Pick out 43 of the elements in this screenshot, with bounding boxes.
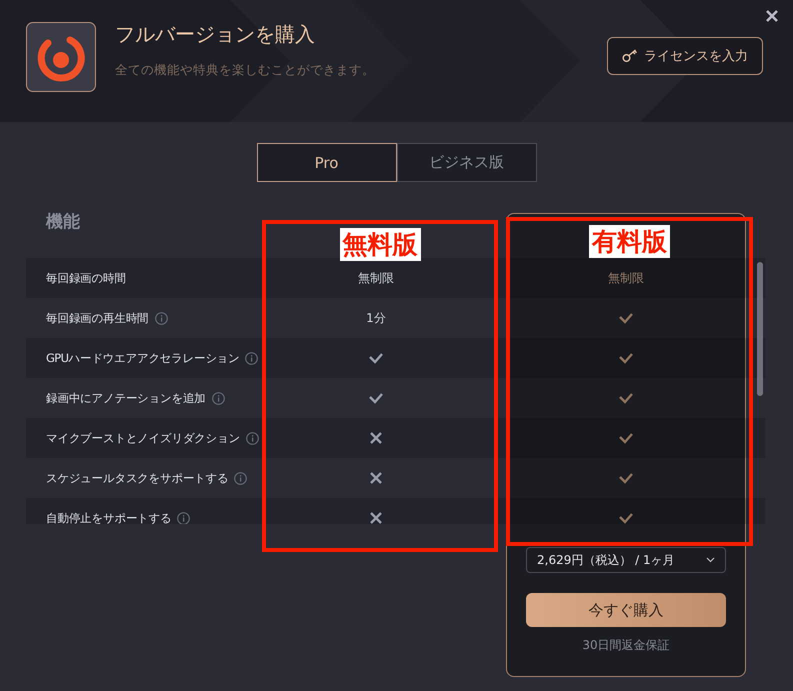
- check-icon: [368, 391, 384, 405]
- check-icon: [368, 351, 384, 365]
- check-icon: [618, 431, 634, 445]
- table-cell: 無制限: [608, 270, 644, 286]
- feature-label: 毎回録画の時間: [46, 270, 126, 286]
- feature-label: 録画中にアノテーションを追加: [46, 390, 206, 406]
- info-icon[interactable]: [245, 352, 258, 364]
- feature-label: 自動停止をサポートする: [46, 510, 172, 524]
- guarantee-note: 30日間返金保証: [582, 637, 670, 654]
- check-icon: [618, 391, 634, 405]
- cross-icon: [368, 471, 384, 485]
- check-icon: [618, 471, 634, 485]
- info-icon[interactable]: [154, 312, 168, 324]
- column-header: 機能: [46, 211, 80, 233]
- plan-tab[interactable]: ビジネス版: [396, 143, 536, 182]
- info-icon[interactable]: [177, 512, 190, 524]
- cross-icon: [368, 431, 384, 445]
- feature-label: マイクブーストとノイズリダクション: [46, 430, 240, 446]
- feature-label: GPUハードウエアアクセラレーション: [46, 350, 240, 366]
- chevron-down-icon: [706, 557, 715, 563]
- info-icon[interactable]: [234, 472, 248, 484]
- table-cell: 無制限: [358, 270, 394, 286]
- check-icon: [618, 511, 634, 524]
- check-icon: [618, 311, 634, 325]
- info-icon[interactable]: [246, 432, 259, 444]
- buy-now-button[interactable]: 今すぐ購入: [526, 593, 726, 627]
- subtitle: 全ての機能や特典を楽しむことができます。: [115, 62, 376, 79]
- plan-tab[interactable]: Pro: [256, 143, 396, 182]
- feature-label: スケジュールタスクをサポートする: [46, 470, 228, 486]
- feature-label: 毎回録画の再生時間: [46, 310, 149, 326]
- check-icon: [618, 351, 634, 365]
- table-cell: 1分: [366, 310, 386, 326]
- annotation-label: 有料版: [589, 225, 670, 258]
- key-icon: [622, 49, 638, 63]
- window-title: フルバージョンを購入: [115, 21, 316, 48]
- app-logo-icon: [26, 22, 96, 92]
- price-dropdown[interactable]: 2,629円（税込） / 1ヶ月: [526, 547, 726, 573]
- info-icon[interactable]: [212, 392, 225, 404]
- annotation-label: 無料版: [340, 228, 420, 261]
- license-button[interactable]: ライセンスを入力: [607, 37, 763, 75]
- cross-icon: [368, 511, 384, 524]
- close-icon[interactable]: [765, 9, 779, 23]
- scrollbar-thumb[interactable]: [757, 262, 763, 396]
